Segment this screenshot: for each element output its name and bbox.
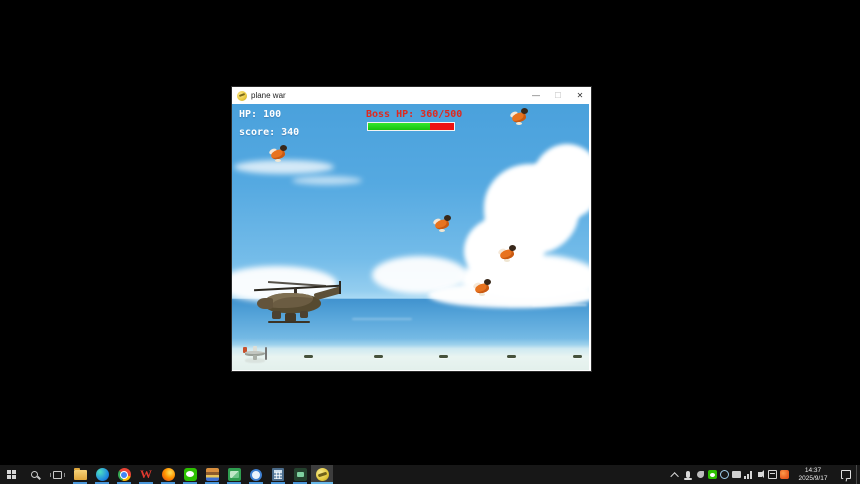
wechat-tray-icon[interactable] (706, 465, 718, 484)
show-desktop-button[interactable] (856, 465, 860, 484)
bullet-sprite (304, 355, 313, 358)
file-explorer-icon (73, 468, 87, 482)
wechat-icon (183, 468, 197, 482)
chrome-browser-icon (117, 468, 131, 482)
blue-ring-tray-icon[interactable] (718, 465, 730, 484)
task-view-icon (53, 471, 62, 479)
hp-label: HP: 100 (239, 109, 281, 120)
clock-time: 14:37 (790, 467, 836, 475)
taskbar-clock[interactable]: 14:37 2025/9/17 (790, 466, 836, 483)
boss-helicopter-sprite (252, 280, 344, 334)
clock-date: 2025/9/17 (790, 475, 836, 483)
action-center-icon (841, 470, 851, 479)
enemy-bird-sprite (432, 214, 454, 232)
maximize-button: ☐ (547, 87, 569, 104)
security-tray-icon[interactable] (778, 465, 790, 484)
firefox-browser-taskbar-button[interactable] (157, 465, 179, 484)
taskbar: W 14:37 2025/9/17 (0, 465, 860, 484)
firefox-browser-icon (161, 468, 175, 482)
blue-ring-app-taskbar-button[interactable] (245, 465, 267, 484)
water-glint (472, 300, 512, 302)
window-controls: — ☐ ✕ (525, 87, 591, 104)
volume-tray-icon[interactable] (754, 465, 766, 484)
enemy-bird-sprite (509, 107, 531, 125)
search-button[interactable] (23, 465, 46, 484)
bullet-sprite (573, 355, 582, 358)
bullet-sprite (374, 355, 383, 358)
system-tray: 14:37 2025/9/17 (670, 465, 860, 484)
photos-app-icon (227, 468, 241, 482)
microphone-tray-icon[interactable] (682, 465, 694, 484)
device-tray-icon[interactable] (730, 465, 742, 484)
pygame-icon (237, 91, 247, 101)
photos-app-taskbar-button[interactable] (223, 465, 245, 484)
file-explorer-taskbar-button[interactable] (69, 465, 91, 484)
dev-tool-app-taskbar-button[interactable] (289, 465, 311, 484)
cloud (292, 176, 362, 185)
mail-app-taskbar-button[interactable] (201, 465, 223, 484)
edge-browser-icon (95, 468, 109, 482)
wechat-taskbar-button[interactable] (179, 465, 201, 484)
pygame-plane-war-taskbar-button[interactable] (311, 465, 333, 484)
start-button[interactable] (0, 465, 23, 484)
cloud (234, 160, 334, 174)
game-window: plane war — ☐ ✕ HP: 100 score: 340 (232, 87, 591, 371)
action-center-button[interactable] (836, 465, 856, 484)
wps-office-taskbar-button[interactable]: W (135, 465, 157, 484)
water-glint (352, 318, 412, 320)
calculator-app-taskbar-button[interactable] (267, 465, 289, 484)
edge-browser-taskbar-button[interactable] (91, 465, 113, 484)
wps-office-icon: W (139, 468, 153, 482)
enemy-bird-sprite (472, 278, 494, 296)
game-canvas[interactable]: HP: 100 score: 340 Boss HP: 360/500 (232, 104, 589, 370)
calculator-app-icon (271, 468, 285, 482)
water-glint (532, 304, 587, 306)
enemy-bird-sprite (497, 244, 519, 262)
taskbar-apps: W (69, 465, 333, 484)
pygame-plane-war-icon (315, 468, 329, 482)
task-view-button[interactable] (46, 465, 69, 484)
bullet-sprite (439, 355, 448, 358)
enemy-bird-sprite (268, 144, 290, 162)
search-icon (31, 471, 38, 478)
boss-hp-fill (368, 123, 430, 130)
player-plane-sprite (242, 343, 272, 369)
windows-logo-icon (7, 470, 16, 479)
window-title: plane war (251, 87, 286, 104)
ime-indicator-tray-icon[interactable] (766, 465, 778, 484)
hidden-icons-chevron-icon[interactable] (670, 465, 682, 484)
minimize-button[interactable]: — (525, 87, 547, 104)
score-label: score: 340 (239, 127, 299, 138)
chrome-browser-taskbar-button[interactable] (113, 465, 135, 484)
close-button[interactable]: ✕ (569, 87, 591, 104)
blue-ring-app-icon (249, 468, 263, 482)
desktop: plane war — ☐ ✕ HP: 100 score: 340 (0, 0, 860, 484)
window-titlebar[interactable]: plane war — ☐ ✕ (232, 87, 591, 104)
boss-hp-bar (367, 122, 455, 131)
mail-app-icon (205, 468, 219, 482)
boss-hp-label: Boss HP: 360/500 (366, 109, 462, 120)
network-tray-icon[interactable] (742, 465, 754, 484)
tray-icons (670, 465, 790, 484)
bullet-sprite (507, 355, 516, 358)
dev-tool-app-icon (293, 468, 307, 482)
leaf-tray-icon[interactable] (694, 465, 706, 484)
